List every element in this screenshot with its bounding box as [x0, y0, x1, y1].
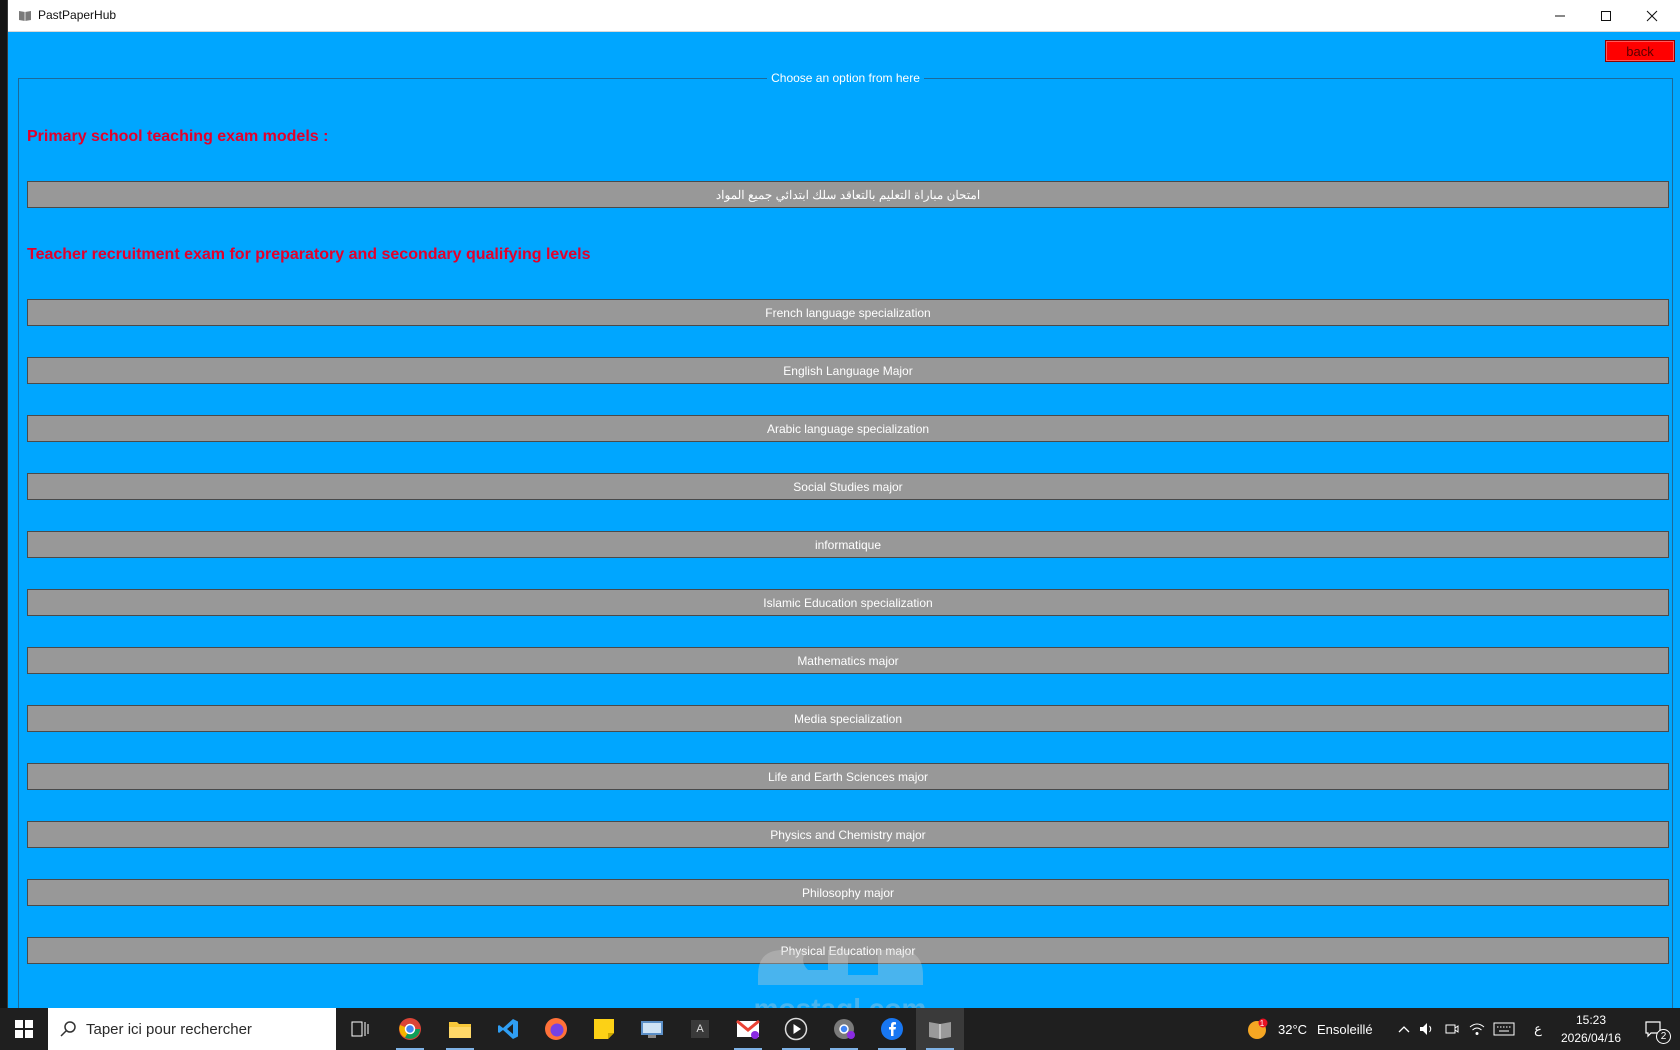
gmail-icon — [736, 1019, 760, 1039]
physics-chemistry-button[interactable]: Physics and Chemistry major — [27, 821, 1669, 848]
weather-alert-badge: 1 — [1259, 1019, 1265, 1028]
weather-description[interactable]: Ensoleillé — [1317, 1008, 1373, 1050]
notification-count: 2 — [1656, 1029, 1671, 1044]
notification-center-button[interactable]: 2 — [1636, 1008, 1672, 1050]
chevron-up-icon — [1398, 1026, 1410, 1033]
facebook-icon — [881, 1018, 903, 1040]
file-explorer-icon — [449, 1022, 471, 1038]
keyboard-button[interactable] — [1492, 1008, 1516, 1050]
weather-widget-icon-wrap[interactable]: 1 — [1244, 1008, 1270, 1050]
facebook-taskbar-button[interactable] — [868, 1008, 916, 1050]
minimize-icon — [1555, 15, 1565, 16]
taskbar-search-box[interactable]: Taper ici pour rechercher — [48, 1008, 336, 1050]
arabic-language-button[interactable]: Arabic language specialization — [27, 415, 1669, 442]
english-language-button[interactable]: English Language Major — [27, 357, 1669, 384]
speaker-icon — [1420, 1023, 1432, 1035]
french-language-button[interactable]: French language specialization — [27, 299, 1669, 326]
primary-section-heading: Primary school teaching exam models : — [27, 128, 329, 145]
media-player-taskbar-button[interactable] — [772, 1008, 820, 1050]
network-button[interactable] — [1468, 1008, 1486, 1050]
minimize-button[interactable] — [1537, 0, 1583, 31]
start-button[interactable] — [0, 1008, 48, 1050]
mathematics-button[interactable]: Mathematics major — [27, 647, 1669, 674]
font-app-icon: A — [691, 1020, 709, 1038]
secondary-section-heading: Teacher recruitment exam for preparatory… — [27, 246, 591, 263]
close-icon — [1646, 10, 1658, 21]
social-studies-button[interactable]: Social Studies major — [27, 473, 1669, 500]
control-panel-taskbar-button[interactable] — [628, 1008, 676, 1050]
vscode-icon — [498, 1019, 518, 1039]
media-player-icon — [784, 1017, 808, 1041]
control-panel-icon — [641, 1021, 663, 1038]
close-button[interactable] — [1629, 0, 1675, 31]
life-earth-sciences-button[interactable]: Life and Earth Sciences major — [27, 763, 1669, 790]
meet-now-button[interactable] — [1443, 1008, 1461, 1050]
chrome-icon — [399, 1018, 421, 1040]
media-button[interactable]: Media specialization — [27, 705, 1669, 732]
title-bar: PastPaperHub — [8, 0, 1680, 32]
file-explorer-taskbar-button[interactable] — [436, 1008, 484, 1050]
app-window: PastPaperHub back Choose an option from … — [7, 0, 1680, 1008]
input-language[interactable]: ع — [1532, 1008, 1544, 1050]
windows-logo-icon — [15, 1020, 33, 1038]
maximize-icon — [1601, 10, 1611, 21]
islamic-education-button[interactable]: Islamic Education specialization — [27, 589, 1669, 616]
primary-all-subjects-button[interactable]: امتحان مباراة التعليم بالتعاقد سلك ابتدا… — [27, 181, 1669, 208]
weather-temperature[interactable]: 32°C — [1278, 1008, 1307, 1050]
task-view-button[interactable] — [336, 1008, 384, 1050]
chrome-profile-icon — [834, 1019, 855, 1039]
volume-button[interactable] — [1418, 1008, 1436, 1050]
pastpaperhub-taskbar-button[interactable] — [916, 1008, 964, 1050]
clock-date: 2026/04/16 — [1560, 1031, 1622, 1045]
physical-education-button[interactable]: Physical Education major — [27, 937, 1669, 964]
group-title: Choose an option from here — [19, 70, 1672, 86]
chrome-profile-taskbar-button[interactable] — [820, 1008, 868, 1050]
app-book-icon — [19, 11, 31, 21]
chrome-taskbar-button[interactable] — [386, 1008, 434, 1050]
taskbar: Taper ici pour rechercher A 1 32°C Ensol… — [0, 1008, 1680, 1050]
sticky-notes-icon — [594, 1019, 614, 1039]
font-app-taskbar-button[interactable]: A — [676, 1008, 724, 1050]
back-button[interactable]: back — [1605, 40, 1675, 62]
maximize-button[interactable] — [1583, 0, 1629, 31]
sticky-notes-taskbar-button[interactable] — [580, 1008, 628, 1050]
pastpaperhub-icon — [929, 1022, 951, 1039]
vscode-taskbar-button[interactable] — [484, 1008, 532, 1050]
meet-now-icon — [1445, 1024, 1459, 1034]
keyboard-icon — [1493, 1022, 1515, 1036]
search-placeholder: Taper ici pour rechercher — [86, 1020, 252, 1038]
window-title: PastPaperHub — [38, 8, 117, 22]
task-view-icon — [351, 1021, 369, 1037]
system-clock[interactable]: 15:23 2026/04/16 — [1556, 1011, 1626, 1047]
philosophy-button[interactable]: Philosophy major — [27, 879, 1669, 906]
firefox-icon — [545, 1018, 567, 1040]
informatique-button[interactable]: informatique — [27, 531, 1669, 558]
firefox-taskbar-button[interactable] — [532, 1008, 580, 1050]
search-icon — [60, 1021, 76, 1037]
clock-time: 15:23 — [1575, 1013, 1607, 1027]
show-hidden-icons-button[interactable] — [1396, 1008, 1412, 1050]
wifi-icon — [1469, 1023, 1485, 1035]
gmail-taskbar-button[interactable] — [724, 1008, 772, 1050]
